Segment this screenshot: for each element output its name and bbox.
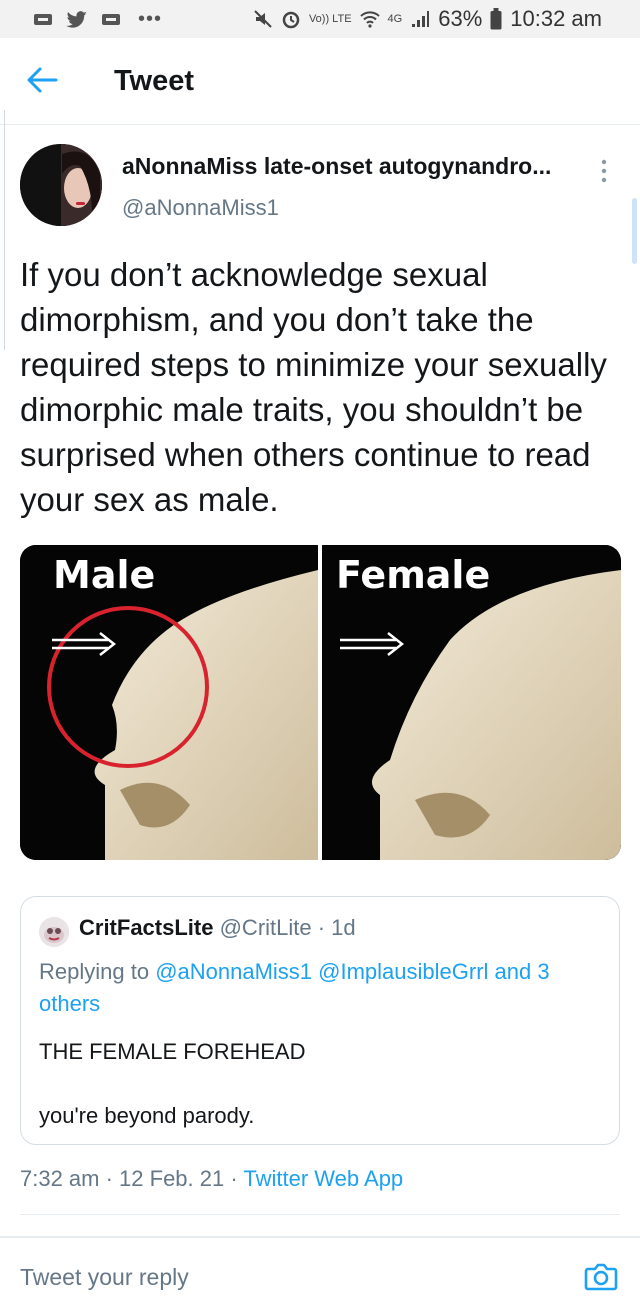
left-edge-divider (0, 110, 5, 350)
quoted-handle-time: @CritLite · 1d (213, 915, 356, 940)
scrollbar-thumb[interactable] (632, 198, 637, 264)
back-arrow-icon[interactable] (22, 60, 62, 100)
battery-icon (490, 8, 502, 30)
replying-to-prefix: Replying to (39, 959, 156, 984)
quoted-author: CritFactsLite @CritLite · 1d (79, 915, 356, 941)
divider (0, 1236, 640, 1238)
reply-input[interactable]: Tweet your reply (20, 1264, 189, 1291)
quoted-avatar-image (39, 917, 69, 947)
status-bar-notifications: ••• (32, 8, 162, 31)
status-bar: ••• Vo)) LTE 4G 63% 10:32 am (0, 0, 640, 38)
tweet-timestamp: 7:32 am · 12 Feb. 21 · (20, 1166, 244, 1191)
user-handle[interactable]: @aNonnaMiss1 (122, 195, 279, 221)
avatar-image (20, 144, 102, 226)
mute-icon (254, 10, 272, 28)
quoted-text-line: you're beyond parody. (39, 1103, 255, 1128)
app-notification-icon (102, 13, 120, 25)
quoted-tweet[interactable]: CritFactsLite @CritLite · 1d Replying to… (20, 896, 620, 1145)
alarm-icon (282, 11, 300, 29)
display-name[interactable]: aNonnaMiss late-onset autogynandro... (122, 153, 551, 180)
app-notification-icon (34, 13, 52, 25)
twitter-bird-icon (66, 10, 87, 28)
tweet-image[interactable]: Male Female (20, 545, 621, 860)
signal-icon (412, 11, 430, 27)
avatar[interactable] (20, 144, 102, 226)
quoted-display-name[interactable]: CritFactsLite (79, 915, 213, 940)
clock: 10:32 am (510, 6, 602, 31)
male-label: Male (53, 553, 156, 597)
tweet-text: If you don’t acknowledge sexual dimorphi… (20, 256, 607, 518)
volte-indicator: Vo)) LTE (308, 12, 352, 25)
network-type: 4G (387, 12, 403, 25)
battery-percent: 63% (438, 6, 483, 31)
more-options-icon[interactable] (594, 156, 614, 186)
status-bar-system: Vo)) LTE 4G 63% 10:32 am (253, 6, 602, 32)
quoted-text-line: THE FEMALE FOREHEAD (39, 1039, 306, 1064)
more-notifications-indicator: ••• (138, 8, 163, 30)
quoted-avatar[interactable] (39, 917, 69, 947)
divider (20, 1214, 620, 1215)
replying-to: Replying to @aNonnaMiss1 @ImplausibleGrr… (39, 956, 609, 1020)
female-label: Female (336, 553, 491, 597)
camera-icon[interactable] (582, 1257, 620, 1295)
top-app-bar: Tweet (0, 38, 640, 125)
page-title: Tweet (114, 65, 195, 97)
wifi-icon (359, 11, 380, 28)
tweet-metadata: 7:32 am · 12 Feb. 21 · Twitter Web App (20, 1166, 403, 1192)
tweet-source-link[interactable]: Twitter Web App (243, 1166, 403, 1191)
